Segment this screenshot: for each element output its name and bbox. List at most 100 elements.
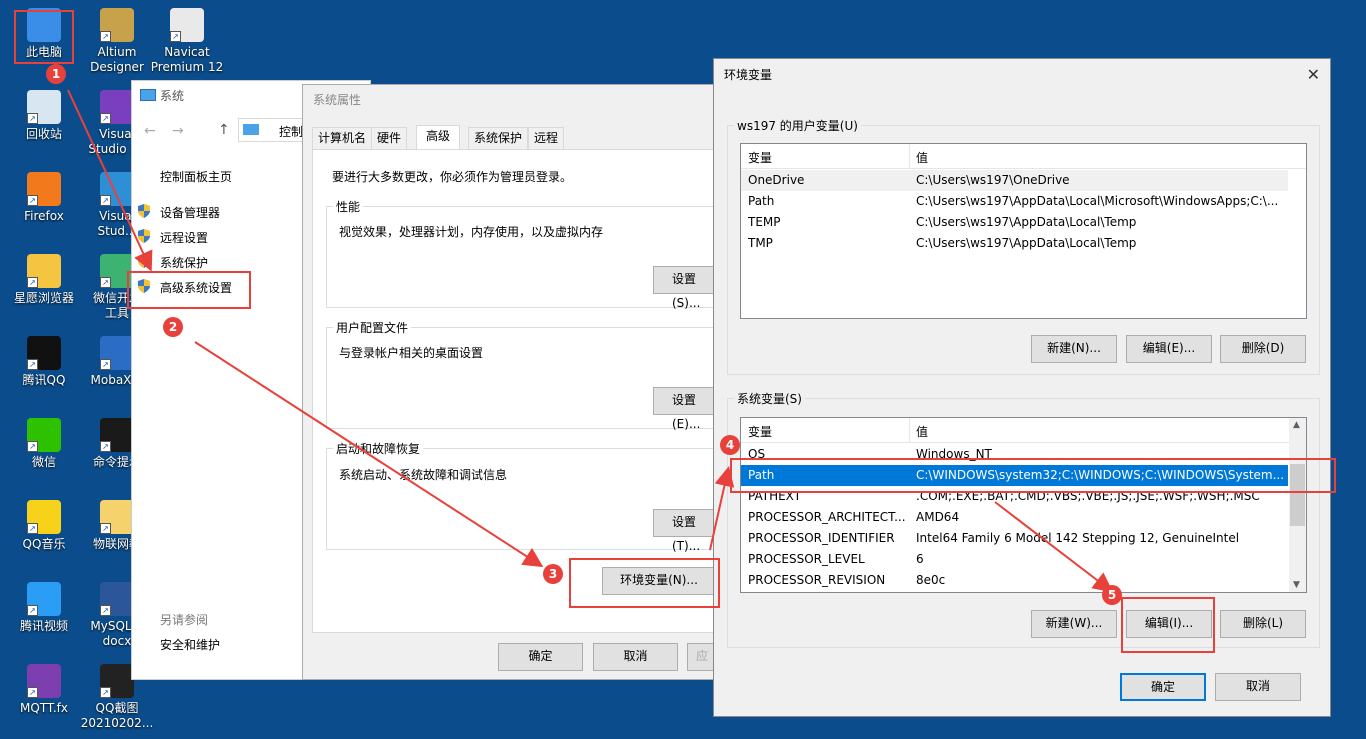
mobaxterm-icon: ↗	[100, 336, 134, 370]
shortcut-arrow-icon: ↗	[27, 113, 38, 124]
desktop-icon[interactable]: ↗ 腾讯视频	[4, 582, 84, 634]
startup-recovery-description: 系统启动、系统故障和调试信息	[339, 468, 508, 482]
system-delete-button[interactable]: 删除(L)	[1220, 610, 1306, 638]
variable-value-cell: C:\Users\ws197\AppData\Local\Temp	[916, 215, 1137, 229]
system-window-icon	[140, 89, 156, 101]
user-variables-list[interactable]: 变量 值 OneDrive C:\Users\ws197\OneDrive Path…	[740, 143, 1307, 319]
user-new-button[interactable]: 新建(N)...	[1031, 335, 1117, 363]
remote-settings-link[interactable]: 远程设置	[160, 229, 208, 246]
variable-value-cell: 6	[916, 552, 924, 566]
shortcut-arrow-icon: ↗	[27, 687, 38, 698]
nav-up-icon[interactable]: ↑	[218, 122, 230, 138]
step-5-marker: 5	[1102, 585, 1122, 605]
column-header-variable[interactable]: 变量	[748, 149, 772, 166]
desktop-icon[interactable]: ↗ 星愿浏览器	[4, 254, 84, 306]
table-row[interactable]: TMP C:\Users\ws197\AppData\Local\Temp	[741, 233, 1288, 254]
table-row[interactable]: Path C:\Users\ws197\AppData\Local\Microso…	[741, 191, 1288, 212]
table-row[interactable]: PROCESSOR_ARCHITECT... AMD64	[741, 507, 1288, 528]
user-profile-group-title: 用户配置文件	[333, 319, 412, 336]
word-doc-icon: ↗	[100, 582, 134, 616]
security-maintenance-link[interactable]: 安全和维护	[160, 636, 220, 653]
desktop-icon[interactable]: ↗ Firefox	[4, 172, 84, 224]
nav-back-icon[interactable]: ←	[144, 123, 156, 139]
shortcut-arrow-icon: ↗	[100, 359, 111, 370]
step-3-marker: 3	[543, 564, 563, 584]
shortcut-arrow-icon: ↗	[100, 113, 111, 124]
user-variables-group-title: ws197 的用户变量(U)	[734, 117, 861, 134]
highlight-env-vars-button	[569, 558, 720, 608]
highlight-advanced-settings	[127, 271, 251, 309]
table-row[interactable]: PROCESSOR_LEVEL 6	[741, 549, 1288, 570]
shield-icon	[137, 204, 151, 218]
tab-computer-name[interactable]: 计算机名	[312, 127, 373, 149]
variable-name-cell: PROCESSOR_LEVEL	[748, 552, 865, 566]
shortcut-arrow-icon: ↗	[100, 277, 111, 288]
system-new-button[interactable]: 新建(W)...	[1031, 610, 1117, 638]
user-edit-button[interactable]: 编辑(E)...	[1126, 335, 1212, 363]
desktop-icon[interactable]: ↗ 微信	[4, 418, 84, 470]
desktop-icon-label: 回收站	[25, 127, 62, 141]
performance-description: 视觉效果，处理器计划，内存使用，以及虚拟内存	[339, 225, 604, 239]
scroll-up-arrow-icon[interactable]: ▲	[1293, 420, 1300, 430]
system-protection-link[interactable]: 系统保护	[160, 254, 208, 271]
desktop-icon-label: 微信	[31, 455, 56, 469]
user-profile-settings-button[interactable]: 设置(E)...	[653, 387, 715, 431]
folder-icon: ↗	[100, 500, 134, 534]
cmd-icon: ↗	[100, 418, 134, 452]
tab-remote[interactable]: 远程	[528, 127, 565, 149]
user-profile-description: 与登录帐户相关的桌面设置	[339, 346, 484, 360]
column-header-variable[interactable]: 变量	[748, 423, 772, 440]
envvars-titlebar: 环境变量	[714, 59, 1330, 93]
desktop-icon[interactable]: ↗ 腾讯QQ	[4, 336, 84, 388]
see-also-label: 另请参阅	[160, 613, 209, 627]
close-icon[interactable]: ✕	[1307, 65, 1320, 84]
nav-forward-icon[interactable]: →	[172, 123, 184, 139]
tab-system-protection[interactable]: 系统保护	[468, 127, 529, 149]
desktop-icon[interactable]: ↗ Altium Designer	[77, 8, 157, 75]
column-header-value[interactable]: 值	[916, 149, 928, 166]
desktop-icon[interactable]: ↗ Navicat Premium 12	[147, 8, 227, 75]
desktop-icon-label: MQTT.fx	[20, 701, 68, 715]
user-variables-header: 变量 值	[741, 144, 1306, 169]
desktop-icon-label: Firefox	[24, 209, 64, 223]
column-header-value[interactable]: 值	[916, 423, 928, 440]
sysprops-cancel-button[interactable]: 取消	[593, 643, 678, 671]
system-variables-scrollbar[interactable]: ▲ ▼	[1289, 418, 1306, 592]
desktop-icon-label: 腾讯视频	[19, 619, 68, 633]
column-divider	[909, 418, 910, 442]
envvars-cancel-button[interactable]: 取消	[1215, 673, 1301, 701]
desktop-icon-label: QQ音乐	[22, 537, 66, 551]
shortcut-arrow-icon: ↗	[27, 359, 38, 370]
vscode-icon: ↗	[100, 172, 134, 206]
system-variables-header: 变量 值	[741, 418, 1306, 443]
shortcut-arrow-icon: ↗	[27, 441, 38, 452]
user-delete-button[interactable]: 删除(D)	[1220, 335, 1306, 363]
desktop-icon[interactable]: ↗ MQTT.fx	[4, 664, 84, 716]
navicat-icon: ↗	[170, 8, 204, 42]
table-row[interactable]: PROCESSOR_REVISION 8e0c	[741, 570, 1288, 591]
shortcut-arrow-icon: ↗	[27, 605, 38, 616]
variable-value-cell: C:\Users\ws197\AppData\Local\Microsoft\W…	[916, 194, 1279, 208]
desktop-icon[interactable]: ↗ 回收站	[4, 90, 84, 142]
highlight-edit-button	[1121, 597, 1215, 653]
tab-advanced[interactable]: 高级	[416, 125, 461, 149]
table-row[interactable]: TEMP C:\Users\ws197\AppData\Local\Temp	[741, 212, 1288, 233]
system-variables-list[interactable]: 变量 值 OS Windows_NT Path C:\WINDOWS\system32…	[740, 417, 1307, 593]
recycle-bin-icon: ↗	[27, 90, 61, 124]
shield-icon	[137, 254, 151, 268]
scroll-down-arrow-icon[interactable]: ▼	[1293, 580, 1300, 590]
tab-hardware[interactable]: 硬件	[371, 127, 408, 149]
performance-settings-button[interactable]: 设置(S)...	[653, 266, 715, 310]
sysprops-ok-button[interactable]: 确定	[498, 643, 583, 671]
control-panel-home-link[interactable]: 控制面板主页	[160, 168, 232, 185]
envvars-ok-button[interactable]: 确定	[1120, 673, 1206, 701]
startup-recovery-settings-button[interactable]: 设置(T)...	[653, 509, 715, 553]
desktop-icon[interactable]: ↗ QQ音乐	[4, 500, 84, 552]
device-manager-link[interactable]: 设备管理器	[160, 204, 220, 221]
desktop-icon-label: 星愿浏览器	[13, 291, 74, 305]
table-row[interactable]: PROCESSOR_IDENTIFIER Intel64 Family 6 Mod…	[741, 528, 1288, 549]
desktop-icon-label-line2: Designer	[90, 60, 144, 74]
table-row[interactable]: OneDrive C:\Users\ws197\OneDrive	[741, 170, 1288, 191]
variable-value-cell: 8e0c	[916, 573, 946, 587]
variable-name-cell: PROCESSOR_IDENTIFIER	[748, 531, 895, 545]
